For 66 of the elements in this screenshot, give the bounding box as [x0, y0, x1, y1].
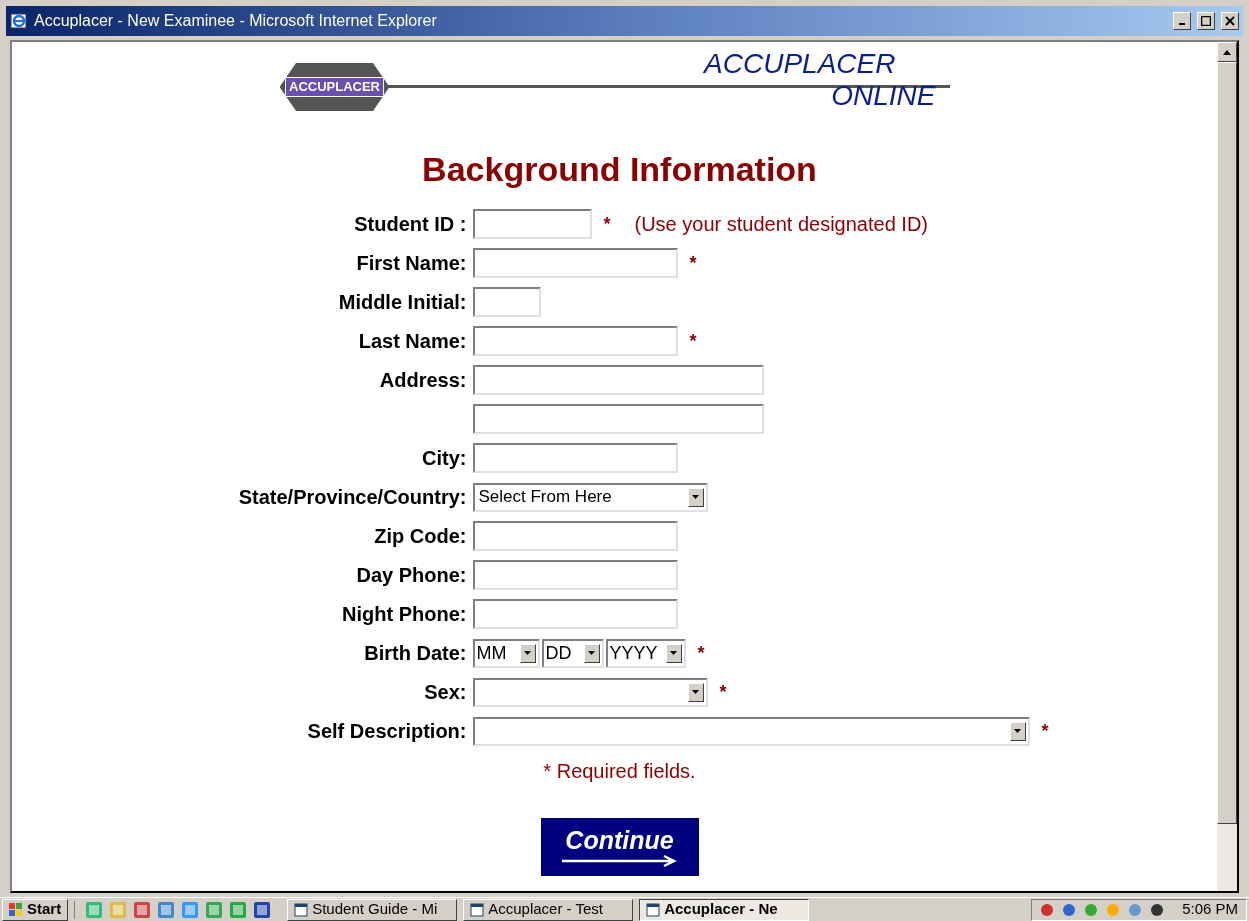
field-label: Address:: [379, 369, 467, 391]
tray-icon[interactable]: [1150, 902, 1165, 917]
taskbar-button[interactable]: Student Guide - Mi: [287, 898, 458, 921]
clock: 5:06 PM: [1182, 899, 1238, 920]
date-select[interactable]: MM: [472, 638, 540, 668]
date-select[interactable]: YYYY: [605, 638, 686, 668]
taskbar-button[interactable]: Accuplacer - Test: [463, 898, 634, 921]
text-field[interactable]: [472, 404, 764, 434]
maximize-button[interactable]: [1197, 12, 1215, 30]
field-label: State/Province/Country:: [238, 486, 467, 508]
start-button[interactable]: Start: [2, 898, 69, 921]
text-field[interactable]: [472, 326, 678, 356]
text-field[interactable]: [472, 443, 678, 473]
field-label: Birth Date:: [364, 642, 467, 664]
required-asterisk: *: [1041, 719, 1049, 743]
brand-title: ACCUPLACER: [704, 48, 896, 80]
required-note: * Required fields.: [543, 759, 696, 784]
scroll-up-icon[interactable]: [1223, 49, 1231, 55]
text-field[interactable]: [472, 209, 592, 239]
field-label: Last Name:: [358, 330, 467, 352]
continue-button[interactable]: Continue: [540, 818, 699, 876]
brand-subtitle: ONLINE: [831, 80, 936, 112]
required-asterisk: *: [689, 329, 697, 353]
field-label: Night Phone:: [342, 603, 467, 625]
text-field[interactable]: [472, 287, 541, 317]
text-field[interactable]: [472, 560, 678, 590]
required-asterisk: *: [603, 212, 611, 236]
quick-launch-icon[interactable]: [133, 900, 152, 919]
logo-badge: ACCUPLACER: [279, 63, 390, 111]
field-label: City:: [422, 447, 467, 469]
dropdown-select[interactable]: [472, 716, 1030, 746]
field-label: Student ID :: [354, 213, 467, 235]
required-asterisk: *: [719, 680, 727, 704]
hint-text: (Use your student designated ID): [634, 212, 928, 237]
required-asterisk: *: [689, 251, 697, 275]
date-select[interactable]: DD: [541, 638, 604, 668]
tray-icon[interactable]: [1062, 902, 1077, 917]
field-label: Zip Code:: [374, 525, 467, 547]
required-asterisk: *: [697, 641, 705, 665]
quick-launch-icon[interactable]: [157, 900, 176, 919]
window-title: Accuplacer - New Examinee - Microsoft Internet Explorer: [34, 11, 438, 31]
text-field[interactable]: [472, 599, 678, 629]
dropdown-select[interactable]: [472, 677, 708, 707]
window-icon: [646, 902, 661, 917]
browser-icon: [10, 12, 28, 30]
field-label: First Name:: [356, 252, 467, 274]
taskbar-button[interactable]: Accuplacer - Ne: [639, 898, 810, 921]
field-label: Self Description:: [307, 720, 467, 742]
maximize-icon: [1201, 16, 1211, 26]
field-label: Day Phone:: [356, 564, 467, 586]
windows-flag-icon: [9, 902, 23, 917]
scrollbar[interactable]: [1217, 42, 1237, 891]
close-button[interactable]: [1221, 12, 1239, 30]
page-heading: Background Information: [422, 149, 817, 190]
field-label: Middle Initial:: [338, 291, 467, 313]
text-field[interactable]: [472, 248, 678, 278]
minimize-button[interactable]: [1173, 12, 1191, 30]
window-icon: [294, 902, 309, 917]
dropdown-select[interactable]: Select From Here: [472, 482, 708, 512]
close-icon: [1225, 16, 1235, 26]
minimize-icon: [1179, 23, 1185, 25]
quick-launch-icon[interactable]: [253, 900, 272, 919]
text-field[interactable]: [472, 365, 764, 395]
field-label: Sex:: [424, 681, 467, 703]
window-icon: [470, 902, 485, 917]
text-field[interactable]: [472, 521, 678, 551]
